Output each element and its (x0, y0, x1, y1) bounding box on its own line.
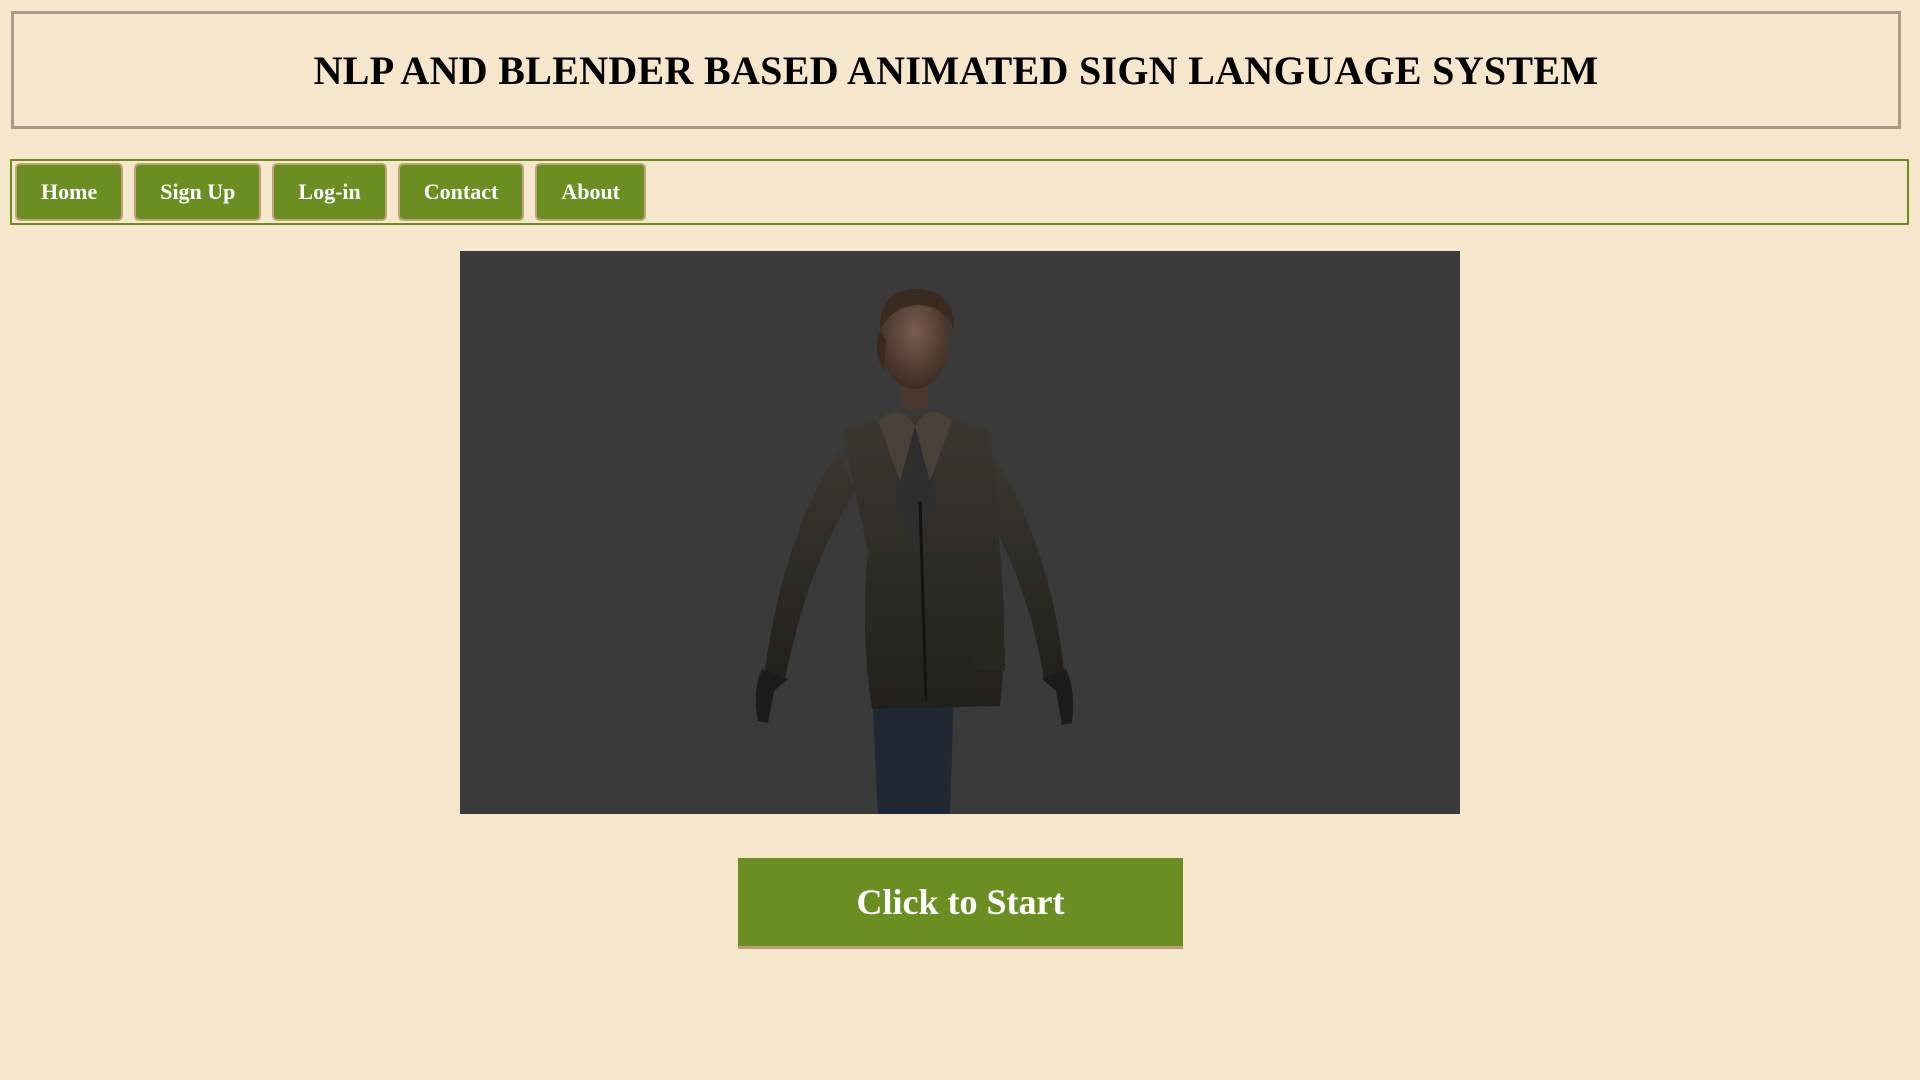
nav-contact-button[interactable]: Contact (397, 163, 525, 221)
nav-signup-button[interactable]: Sign Up (134, 163, 262, 221)
avatar-figure-icon (755, 289, 1074, 814)
start-button[interactable]: Click to Start (738, 858, 1183, 949)
page-title: NLP AND BLENDER BASED ANIMATED SIGN LANG… (313, 47, 1599, 93)
nav-bar: Home Sign Up Log-in Contact About (10, 159, 1909, 225)
nav-about-button[interactable]: About (535, 163, 647, 221)
avatar-viewport (460, 251, 1460, 814)
nav-login-button[interactable]: Log-in (272, 163, 387, 221)
page-header: NLP AND BLENDER BASED ANIMATED SIGN LANG… (11, 11, 1901, 129)
nav-home-button[interactable]: Home (15, 163, 124, 221)
